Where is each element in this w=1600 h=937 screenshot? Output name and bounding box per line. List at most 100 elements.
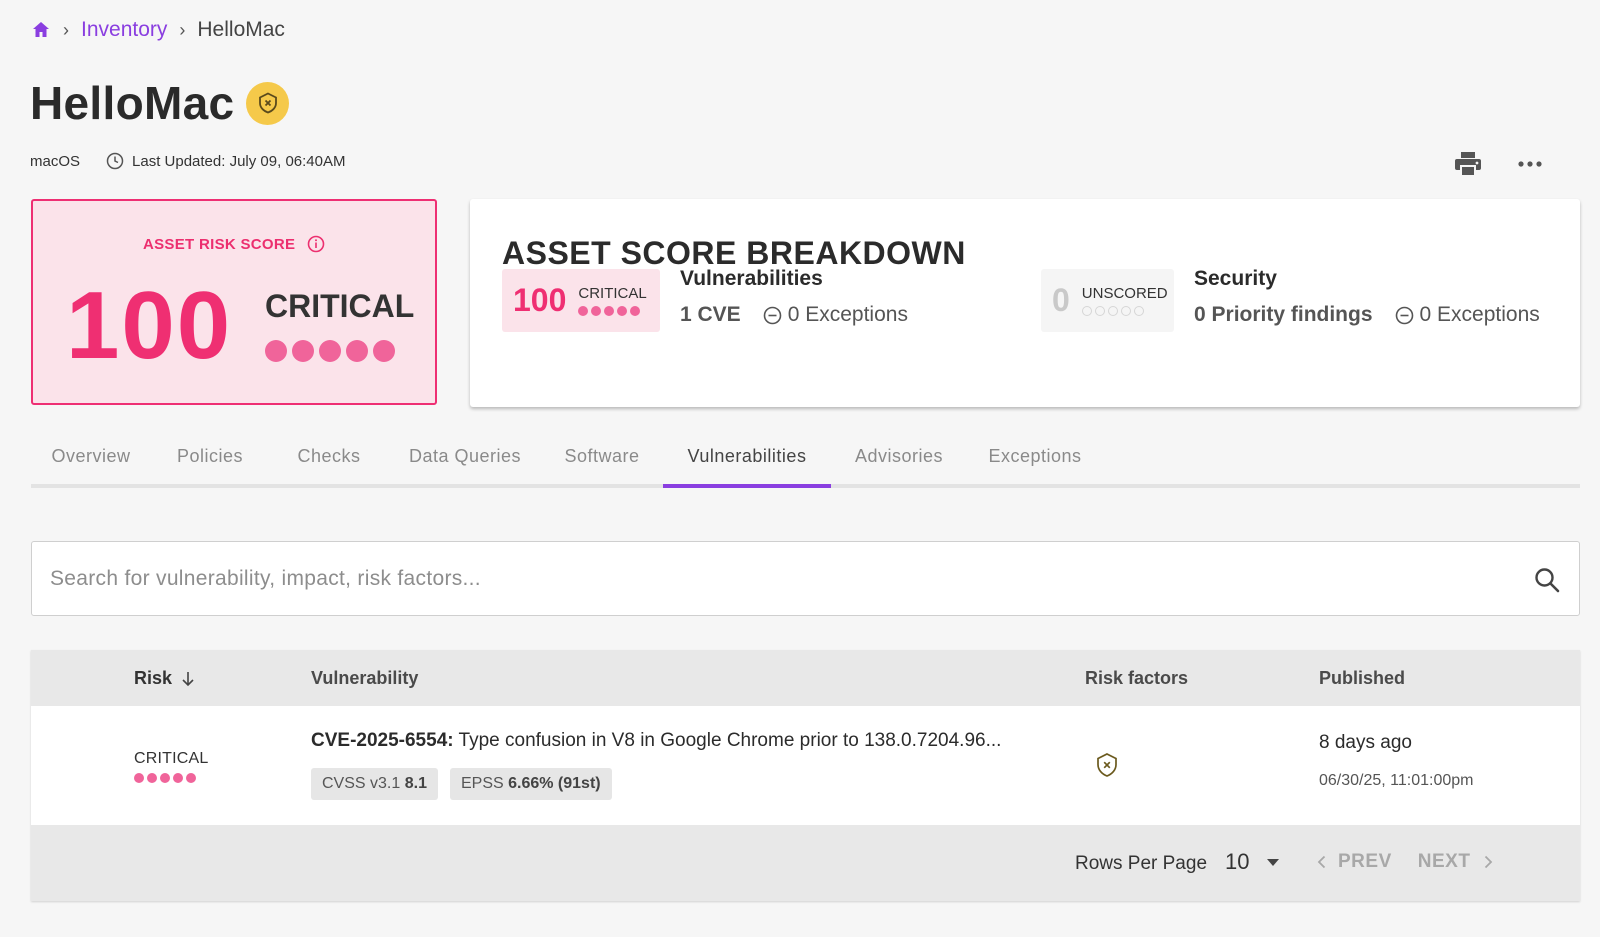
chevron-left-icon: [1317, 855, 1326, 869]
asset-os: macOS: [30, 152, 81, 170]
page-title: HelloMac: [30, 77, 235, 129]
epss-value: 6.66% (91st): [508, 775, 601, 792]
arrow-down-icon: [182, 671, 194, 686]
more-horizontal-icon[interactable]: [1514, 148, 1546, 180]
prev-button[interactable]: PREV: [1317, 851, 1392, 873]
vulnerabilities-dots: [578, 306, 646, 316]
security-score-chip: 0 UNSCORED: [1041, 269, 1174, 332]
shield-x-icon[interactable]: [1095, 752, 1119, 778]
row-risk-factors: [1095, 752, 1119, 783]
epss-tag: EPSS 6.66% (91st): [449, 768, 612, 800]
tab-overview[interactable]: Overview: [31, 432, 151, 484]
rows-per-page-label: Rows Per Page: [1075, 853, 1208, 874]
table-row[interactable]: CRITICAL CVE-2025-6554: Type confusion i…: [31, 706, 1580, 825]
clock-icon: [106, 152, 124, 170]
chevron-right-icon: ›: [179, 19, 186, 40]
tab-advisories[interactable]: Advisories: [831, 432, 967, 484]
last-updated-text: Last Updated: July 09, 06:40AM: [132, 152, 346, 170]
security-dots: [1081, 306, 1168, 316]
page-actions: [1422, 148, 1546, 180]
next-label: NEXT: [1417, 851, 1471, 872]
published-relative: 8 days ago: [1319, 732, 1412, 753]
column-header-vulnerability[interactable]: Vulnerability: [311, 668, 418, 689]
pagination: PREV NEXT: [1317, 851, 1493, 873]
tab-checks[interactable]: Checks: [269, 432, 389, 484]
asset-risk-score-card: ASSET RISK SCORE 100 CRITICAL: [31, 199, 437, 405]
risk-dot: [265, 340, 287, 362]
vulnerabilities-category[interactable]: Vulnerabilities 1 CVE 0 Exceptions: [680, 267, 908, 327]
rows-per-page-value: 10: [1225, 849, 1250, 874]
column-header-risk-label: Risk: [134, 668, 173, 688]
tab-data-queries[interactable]: Data Queries: [389, 432, 541, 484]
printer-icon[interactable]: [1452, 148, 1484, 180]
security-title: Security: [1194, 267, 1277, 290]
asset-meta: macOS Last Updated: July 09, 06:40AM: [30, 152, 345, 170]
tab-software[interactable]: Software: [541, 432, 663, 484]
risk-dot: [292, 340, 314, 362]
next-button[interactable]: NEXT: [1418, 851, 1494, 873]
row-risk-dots: [134, 773, 209, 783]
asset-score-breakdown: ASSET SCORE BREAKDOWN 100 CRITICAL Vulne…: [470, 199, 1580, 407]
shield-x-icon[interactable]: [246, 81, 290, 125]
risk-score-value: 100: [66, 272, 233, 379]
title-row: HelloMac: [30, 76, 290, 130]
security-exceptions: 0 Exceptions: [1395, 303, 1540, 327]
security-exceptions-text: 0 Exceptions: [1419, 303, 1540, 326]
epss-label: EPSS: [460, 775, 504, 792]
tab-vulnerabilities[interactable]: Vulnerabilities: [663, 432, 831, 488]
column-header-risk-factors[interactable]: Risk factors: [1085, 668, 1188, 689]
chevron-right-icon: ›: [63, 19, 69, 40]
row-published: 8 days ago 06/30/25, 11:01:00pm: [1319, 732, 1474, 790]
row-risk: CRITICAL: [134, 750, 209, 783]
vulnerabilities-score: 100: [513, 282, 567, 318]
cve-count: 1 CVE: [680, 303, 741, 326]
cve-description: Type confusion in V8 in Google Chrome pr…: [458, 730, 1002, 751]
column-header-published[interactable]: Published: [1319, 668, 1405, 689]
search-input[interactable]: [32, 542, 1579, 615]
priority-findings-count: 0 Priority findings: [1194, 303, 1373, 326]
asset-tabs: Overview Policies Checks Data Queries So…: [31, 432, 1580, 488]
security-category[interactable]: Security 0 Priority findings 0 Exception…: [1194, 267, 1540, 327]
risk-score-label: ASSET RISK SCORE: [143, 235, 325, 253]
row-risk-level: CRITICAL: [134, 750, 209, 767]
table-header: Risk Vulnerability Risk factors Publishe…: [31, 650, 1580, 706]
table-footer: Rows Per Page 10 PREV NEXT: [31, 825, 1580, 901]
cve-id[interactable]: CVE-2025-6554:: [311, 730, 454, 751]
vulnerabilities-score-chip: 100 CRITICAL: [502, 269, 660, 332]
column-header-risk[interactable]: Risk: [134, 668, 196, 689]
cvss-label: CVSS v3.1: [322, 775, 401, 792]
vulnerabilities-level: CRITICAL: [578, 285, 647, 302]
tab-policies[interactable]: Policies: [151, 432, 269, 484]
home-icon[interactable]: [31, 20, 51, 40]
minus-circle-icon: [1395, 306, 1413, 324]
rows-per-page-select[interactable]: 10: [1225, 849, 1280, 875]
tab-exceptions[interactable]: Exceptions: [967, 432, 1103, 484]
breadcrumb: › Inventory › HelloMac: [31, 16, 285, 44]
prev-label: PREV: [1338, 851, 1392, 872]
risk-dot: [346, 340, 368, 362]
published-absolute: 06/30/25, 11:01:00pm: [1319, 772, 1474, 789]
caret-down-icon: [1267, 858, 1280, 866]
risk-dots: [265, 340, 400, 362]
vulnerabilities-exceptions-text: 0 Exceptions: [787, 303, 908, 326]
risk-dot: [373, 340, 395, 362]
vulnerabilities-title: Vulnerabilities: [680, 267, 823, 290]
vulnerability-search: [31, 541, 1580, 616]
breadcrumb-current: HelloMac: [197, 18, 285, 41]
breadcrumb-inventory-link[interactable]: Inventory: [81, 18, 167, 42]
risk-dot: [319, 340, 341, 362]
chevron-right-icon: [1485, 855, 1493, 869]
cvss-value: 8.1: [404, 775, 427, 792]
security-level: UNSCORED: [1081, 285, 1168, 302]
security-score: 0: [1052, 282, 1070, 318]
last-updated: Last Updated: July 09, 06:40AM: [106, 152, 345, 170]
risk-score-label-text: ASSET RISK SCORE: [143, 235, 296, 253]
cvss-tag: CVSS v3.1 8.1: [311, 768, 438, 800]
info-icon[interactable]: [307, 235, 325, 253]
vulnerabilities-exceptions: 0 Exceptions: [763, 303, 908, 327]
search-icon[interactable]: [1533, 566, 1561, 594]
row-vulnerability: CVE-2025-6554: Type confusion in V8 in G…: [311, 730, 1001, 800]
vulnerabilities-table: Risk Vulnerability Risk factors Publishe…: [31, 650, 1580, 901]
risk-level: CRITICAL: [265, 288, 415, 324]
minus-circle-icon: [763, 306, 782, 324]
